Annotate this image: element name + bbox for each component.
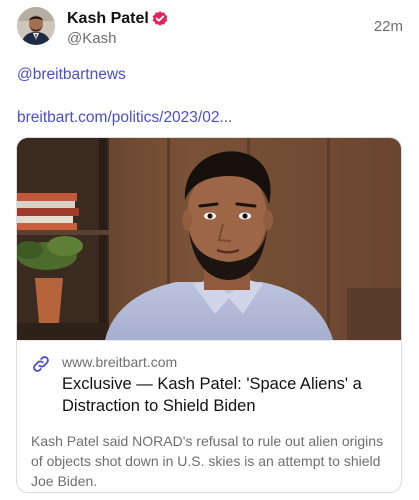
link-chain-icon xyxy=(31,354,51,374)
avatar-photo xyxy=(17,7,55,45)
article-thumbnail xyxy=(17,138,401,340)
card-body: www.breitbart.com Exclusive — Kash Patel… xyxy=(17,340,401,492)
avatar[interactable] xyxy=(17,7,55,45)
card-title[interactable]: Exclusive — Kash Patel: 'Space Aliens' a… xyxy=(62,373,392,417)
author-name[interactable]: Kash Patel xyxy=(67,10,149,28)
card-domain: www.breitbart.com xyxy=(62,354,178,370)
verified-badge-icon xyxy=(151,10,169,28)
card-description: Kash Patel said NORAD's refusal to rule … xyxy=(31,433,384,489)
post-timestamp: 22m xyxy=(373,18,403,35)
mention-link[interactable]: @breitbartnews xyxy=(17,66,126,84)
author-handle[interactable]: @Kash xyxy=(67,30,116,47)
article-url-link[interactable]: breitbart.com/politics/2023/02... xyxy=(17,109,232,127)
post-header: Kash Patel @Kash 22m xyxy=(17,7,403,49)
link-preview-card[interactable]: www.breitbart.com Exclusive — Kash Patel… xyxy=(16,137,402,493)
